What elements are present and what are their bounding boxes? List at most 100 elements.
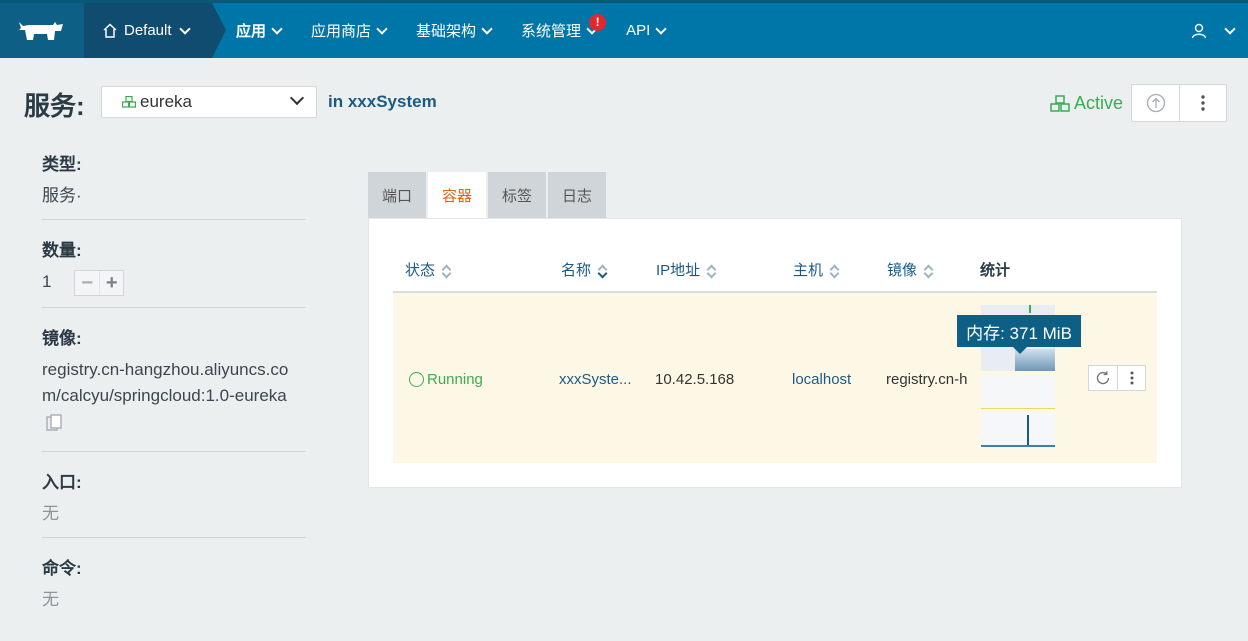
ports-label: 入口: bbox=[42, 473, 82, 492]
scale-value: 1 bbox=[42, 272, 52, 291]
sort-icon bbox=[923, 263, 934, 278]
containers-panel: 状态 名称 IP地址 主机 镜像 统计 Running xxxSyste... bbox=[368, 218, 1182, 488]
stack-link[interactable]: in xxxSystem bbox=[328, 92, 437, 112]
scale-row: 1 − + bbox=[42, 269, 306, 296]
nav-item-admin[interactable]: 系统管理 ! bbox=[521, 14, 607, 41]
header-label: 统计 bbox=[980, 262, 1011, 279]
info-type: 类型: 服务· bbox=[42, 150, 306, 220]
column-header-status[interactable]: 状态 bbox=[405, 259, 452, 280]
kebab-menu-icon bbox=[1201, 95, 1205, 111]
sort-icon bbox=[597, 263, 608, 278]
info-ports: 入口: 无 bbox=[42, 452, 306, 538]
row-more-button[interactable] bbox=[1117, 366, 1145, 390]
service-select[interactable]: eureka bbox=[101, 86, 317, 118]
increase-scale-button[interactable]: + bbox=[99, 270, 123, 295]
header-label: 名称 bbox=[561, 262, 592, 279]
container-image: registry.cn-h bbox=[886, 371, 968, 388]
page-title: 服务: bbox=[24, 91, 85, 121]
sort-icon bbox=[441, 263, 452, 278]
image-label: 镜像: bbox=[42, 329, 82, 348]
sparkline-tick bbox=[1029, 305, 1031, 313]
status-badge: Active bbox=[1050, 93, 1123, 114]
upgrade-icon bbox=[1146, 93, 1165, 113]
upgrade-button[interactable] bbox=[1132, 85, 1179, 121]
memory-sparkline bbox=[981, 375, 1055, 407]
info-command: 命令: 无 bbox=[42, 538, 306, 613]
type-value: 服务· bbox=[42, 186, 82, 205]
memory-tooltip: 内存: 371 MiB bbox=[957, 315, 1081, 354]
chevron-down-icon bbox=[376, 22, 388, 35]
chevron-down-icon bbox=[1224, 22, 1236, 35]
environment-switcher[interactable]: Default bbox=[84, 3, 226, 58]
cow-logo-icon bbox=[19, 21, 63, 40]
top-navigation-bar: Default 应用 应用商店 基础架构 系统管理 ! API bbox=[0, 0, 1248, 58]
column-header-name[interactable]: 名称 bbox=[561, 259, 608, 280]
chevron-down-icon bbox=[289, 90, 305, 106]
status-text: Running bbox=[427, 371, 483, 388]
copy-icon[interactable] bbox=[46, 413, 62, 432]
nav-item-infrastructure[interactable]: 基础架构 bbox=[416, 20, 493, 41]
container-host-link[interactable]: localhost bbox=[792, 371, 851, 388]
nav-item-label: API bbox=[626, 22, 651, 39]
nav-item-api[interactable]: API bbox=[626, 22, 667, 39]
header-label: 主机 bbox=[793, 262, 824, 279]
header-actions bbox=[1131, 84, 1227, 122]
restart-button[interactable] bbox=[1089, 366, 1117, 390]
container-ip: 10.42.5.168 bbox=[655, 371, 735, 388]
nav-item-catalog[interactable]: 应用商店 bbox=[311, 20, 388, 41]
column-header-image[interactable]: 镜像 bbox=[887, 259, 934, 280]
service-select-value: eureka bbox=[140, 92, 192, 111]
tab-labels[interactable]: 标签 bbox=[488, 172, 546, 218]
sparkline-tick bbox=[1027, 415, 1029, 445]
container-name-link[interactable]: xxxSyste... bbox=[559, 371, 632, 388]
sparkline-baseline bbox=[981, 445, 1055, 447]
network-sparkline bbox=[981, 411, 1055, 447]
service-icon bbox=[122, 96, 136, 108]
refresh-icon bbox=[1096, 371, 1110, 385]
table-header: 状态 名称 IP地址 主机 镜像 统计 bbox=[393, 259, 1157, 291]
user-icon bbox=[1191, 23, 1207, 38]
stack-name: xxxSystem bbox=[347, 92, 437, 111]
header-label: 镜像 bbox=[887, 262, 918, 279]
tab-logs[interactable]: 日志 bbox=[548, 172, 606, 218]
info-scale: 数量: 1 − + bbox=[42, 220, 306, 308]
environment-name: Default bbox=[124, 22, 172, 39]
chevron-down-icon bbox=[178, 22, 191, 35]
in-prefix: in bbox=[328, 92, 344, 111]
command-label: 命令: bbox=[42, 559, 82, 578]
status-text: Active bbox=[1074, 93, 1124, 113]
chevron-down-icon bbox=[481, 22, 493, 35]
scale-label: 数量: bbox=[42, 241, 82, 260]
nav-item-label: 应用 bbox=[236, 23, 267, 40]
rancher-logo[interactable] bbox=[0, 3, 84, 58]
kebab-menu-icon bbox=[1130, 371, 1133, 385]
image-value: registry.cn-hangzhou.aliyuncs.com/calcyu… bbox=[42, 360, 289, 405]
sort-icon bbox=[706, 263, 717, 278]
user-menu[interactable] bbox=[1191, 3, 1236, 58]
running-status-icon bbox=[409, 372, 424, 387]
column-header-ip[interactable]: IP地址 bbox=[656, 259, 717, 280]
tab-containers[interactable]: 容器 bbox=[428, 172, 486, 218]
info-image: 镜像: registry.cn-hangzhou.aliyuncs.com/ca… bbox=[42, 308, 306, 452]
header-label: 状态 bbox=[405, 262, 436, 279]
more-actions-button[interactable] bbox=[1179, 85, 1226, 121]
tab-ports[interactable]: 端口 bbox=[368, 172, 426, 218]
table-row: Running xxxSyste... 10.42.5.168 localhos… bbox=[393, 293, 1157, 463]
header-label: IP地址 bbox=[656, 262, 701, 279]
service-icon bbox=[1050, 95, 1070, 112]
command-value: 无 bbox=[42, 590, 59, 609]
chevron-down-icon bbox=[271, 22, 283, 35]
sort-icon bbox=[829, 263, 840, 278]
row-actions bbox=[1088, 365, 1146, 391]
home-icon bbox=[103, 23, 117, 38]
ports-value: 无 bbox=[42, 504, 59, 523]
decrease-scale-button[interactable]: − bbox=[75, 271, 99, 295]
type-label: 类型: bbox=[42, 155, 82, 174]
nav-item-apps[interactable]: 应用 bbox=[236, 20, 283, 41]
detail-tabs: 端口 容器 标签 日志 bbox=[368, 172, 606, 218]
container-status: Running bbox=[409, 371, 483, 388]
alert-badge: ! bbox=[589, 14, 607, 31]
sparkline-divider bbox=[981, 408, 1055, 409]
chevron-down-icon bbox=[655, 22, 667, 35]
column-header-host[interactable]: 主机 bbox=[793, 259, 840, 280]
